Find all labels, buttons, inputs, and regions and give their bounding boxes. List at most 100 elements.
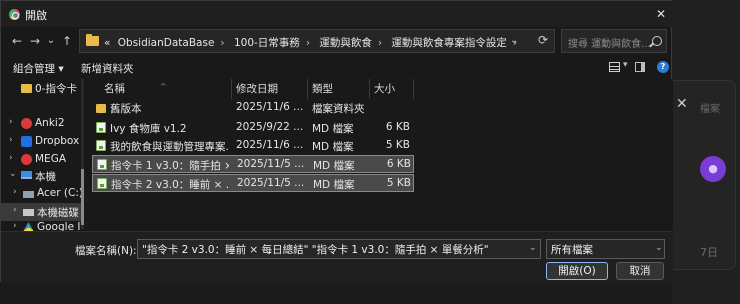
breadcrumb: « ObsidianDataBase › 100-日常事務 › 運動與飲食 › 運動與… bbox=[104, 35, 523, 50]
file-type: MD 檔案 bbox=[312, 141, 354, 153]
background-text: 檔案 bbox=[700, 104, 720, 115]
chevron-right-icon[interactable]: › bbox=[13, 187, 17, 197]
sidebar-item-label: Google I bbox=[37, 221, 81, 231]
column-header-type[interactable]: 類型 bbox=[308, 79, 370, 99]
file-type: MD 檔案 bbox=[313, 160, 355, 172]
breadcrumb-item[interactable]: 運動與飲食 bbox=[319, 37, 372, 49]
file-size: 5 KB bbox=[385, 139, 410, 151]
close-button[interactable]: ✕ bbox=[653, 5, 669, 23]
view-options-icon[interactable] bbox=[609, 62, 620, 72]
sidebar-item-label: Acer (C:) bbox=[37, 187, 83, 199]
google-drive-icon bbox=[23, 222, 34, 231]
column-header-date[interactable]: 修改日期 bbox=[232, 79, 308, 99]
file-name-area: 檔案名稱(N): "指令卡 2 v3.0：睡前 × 每日總結" "指令卡 1 v… bbox=[1, 231, 673, 283]
file-date: 2025/11/5 ... bbox=[237, 158, 305, 170]
sidebar-item-acer-c[interactable]: › Acer (C:) bbox=[1, 185, 83, 203]
chevron-right-icon[interactable]: › bbox=[9, 117, 13, 127]
sidebar-item-anki2[interactable]: › Anki2 bbox=[1, 115, 81, 133]
search-placeholder: 搜尋 運動與飲食... bbox=[568, 39, 651, 50]
breadcrumb-item[interactable]: 運動與飲食專案指令設定 bbox=[391, 37, 507, 49]
folder-icon bbox=[96, 104, 106, 113]
chevron-right-icon[interactable]: › bbox=[13, 205, 17, 215]
sidebar-item-label: MEGA bbox=[35, 153, 67, 165]
file-type: MD 檔案 bbox=[313, 179, 355, 191]
breadcrumb-item[interactable]: ObsidianDataBase bbox=[118, 37, 215, 49]
file-list: 名稱 ^ 修改日期 類型 大小 舊版本 2025/11/6 ... 檔案資料夾 … bbox=[88, 79, 673, 231]
refresh-icon[interactable]: ⟳ bbox=[538, 33, 548, 47]
organize-menu-button[interactable]: 組合管理 ▾ bbox=[13, 61, 64, 76]
new-folder-button[interactable]: 新增資料夾 bbox=[81, 61, 134, 76]
breadcrumb-overflow[interactable]: « bbox=[104, 37, 110, 49]
file-date: 2025/9/22 ... bbox=[236, 121, 304, 133]
column-header-size[interactable]: 大小 bbox=[370, 79, 414, 99]
sidebar-item-label: 本機磁碟 bbox=[37, 207, 79, 219]
column-header-label: 名稱 bbox=[104, 83, 125, 95]
help-icon[interactable]: ? bbox=[657, 61, 669, 73]
preview-pane-icon[interactable] bbox=[635, 62, 645, 72]
sidebar-item-0-command-card[interactable]: 0-指令卡 bbox=[1, 79, 81, 97]
navigation-bar: ← → ⌄ ↑ « ObsidianDataBase › 100-日常事務 › 運動… bbox=[1, 27, 673, 57]
file-row[interactable]: Ivy 食物庫 v1.2 2025/9/22 ... MD 檔案 6 KB bbox=[92, 119, 414, 137]
title-bar: 開啟 ✕ bbox=[1, 1, 673, 27]
chevron-down-icon[interactable]: ⌄ bbox=[529, 243, 537, 253]
file-size: 5 KB bbox=[386, 177, 411, 189]
up-button[interactable]: ↑ bbox=[59, 33, 75, 49]
sidebar-item-label: 本機 bbox=[35, 171, 56, 183]
chevron-right-icon[interactable]: › bbox=[306, 37, 310, 49]
search-input[interactable]: 搜尋 運動與飲食... bbox=[561, 29, 667, 53]
file-name: 指令卡 1 v3.0：隨手拍 ×... bbox=[111, 160, 229, 172]
chevron-right-icon[interactable]: › bbox=[9, 135, 13, 145]
sidebar-item-dropbox[interactable]: › Dropbox bbox=[1, 133, 81, 151]
sort-arrow-icon: ^ bbox=[160, 82, 167, 91]
sidebar-item-label: Dropbox bbox=[35, 135, 80, 147]
open-button[interactable]: 開啟(O) bbox=[546, 262, 608, 280]
open-file-dialog: 開啟 ✕ ← → ⌄ ↑ « ObsidianDataBase › 100-日常事… bbox=[0, 0, 673, 283]
command-bar: 組合管理 ▾ 新增資料夾 ▾ ? bbox=[1, 57, 673, 79]
chrome-icon bbox=[9, 9, 20, 20]
file-date: 2025/11/6 ... bbox=[236, 139, 304, 151]
chevron-right-icon[interactable]: › bbox=[9, 153, 13, 163]
folder-icon bbox=[21, 84, 32, 93]
column-header-name[interactable]: 名稱 ^ bbox=[100, 79, 232, 99]
sidebar-scrollbar-thumb[interactable] bbox=[81, 169, 84, 225]
file-row-selected[interactable]: 指令卡 1 v3.0：隨手拍 ×... 2025/11/5 ... MD 檔案 … bbox=[92, 155, 414, 173]
file-date: 2025/11/5 ... bbox=[237, 177, 305, 189]
breadcrumb-item[interactable]: 100-日常事務 bbox=[234, 37, 300, 49]
md-file-icon bbox=[96, 140, 106, 151]
file-row[interactable]: 我的飲食與運動管理專案... 2025/11/6 ... MD 檔案 5 KB bbox=[92, 137, 414, 155]
chevron-right-icon[interactable]: › bbox=[378, 37, 382, 49]
background-text-2: 7日 bbox=[700, 246, 718, 259]
file-row-selected[interactable]: 指令卡 2 v3.0：睡前 × ... 2025/11/5 ... MD 檔案 … bbox=[92, 174, 414, 192]
mega-icon bbox=[21, 154, 32, 165]
file-row[interactable]: 舊版本 2025/11/6 ... 檔案資料夾 bbox=[92, 99, 414, 117]
file-size: 6 KB bbox=[385, 121, 410, 133]
file-name-label: 檔案名稱(N): bbox=[75, 245, 137, 257]
drive-icon bbox=[23, 209, 34, 216]
chevron-down-icon[interactable]: ⌄ bbox=[9, 169, 17, 179]
md-file-icon bbox=[97, 159, 107, 170]
file-date: 2025/11/6 ... bbox=[236, 101, 304, 113]
navigation-pane: 0-指令卡 › Anki2 › Dropbox › MEGA ⌄ 本機 › Ac… bbox=[1, 79, 87, 231]
sidebar-item-this-pc[interactable]: ⌄ 本機 bbox=[1, 167, 81, 185]
chevron-right-icon[interactable]: › bbox=[220, 37, 224, 49]
sidebar-item-label: Anki2 bbox=[35, 117, 65, 129]
recent-locations-button[interactable]: ⌄ bbox=[43, 33, 59, 49]
dropbox-icon bbox=[21, 136, 32, 147]
sidebar-item-google-drive[interactable]: › Google I bbox=[1, 219, 81, 231]
cancel-button[interactable]: 取消 bbox=[616, 262, 664, 280]
forward-button[interactable]: → bbox=[27, 33, 43, 49]
back-button[interactable]: ← bbox=[9, 33, 25, 49]
file-name: 指令卡 2 v3.0：睡前 × ... bbox=[111, 179, 229, 191]
file-name-input[interactable]: "指令卡 2 v3.0：睡前 × 每日總結" "指令卡 1 v3.0：隨手拍 ×… bbox=[137, 239, 541, 259]
address-bar[interactable]: « ObsidianDataBase › 100-日常事務 › 運動與飲食 › 運動與… bbox=[79, 29, 555, 53]
file-name: 舊版本 bbox=[110, 103, 142, 115]
chevron-down-icon[interactable]: ▾ bbox=[623, 60, 628, 70]
background-close-icon[interactable]: ✕ bbox=[676, 96, 688, 112]
chevron-down-icon[interactable]: ⌄ bbox=[510, 35, 518, 46]
chevron-down-icon[interactable]: ⌄ bbox=[655, 243, 663, 253]
background-record-icon[interactable]: ● bbox=[700, 156, 726, 182]
file-size: 6 KB bbox=[386, 158, 411, 170]
file-type-select[interactable]: 所有檔案 bbox=[546, 239, 665, 259]
chevron-right-icon[interactable]: › bbox=[13, 221, 17, 231]
search-icon[interactable] bbox=[652, 36, 662, 46]
